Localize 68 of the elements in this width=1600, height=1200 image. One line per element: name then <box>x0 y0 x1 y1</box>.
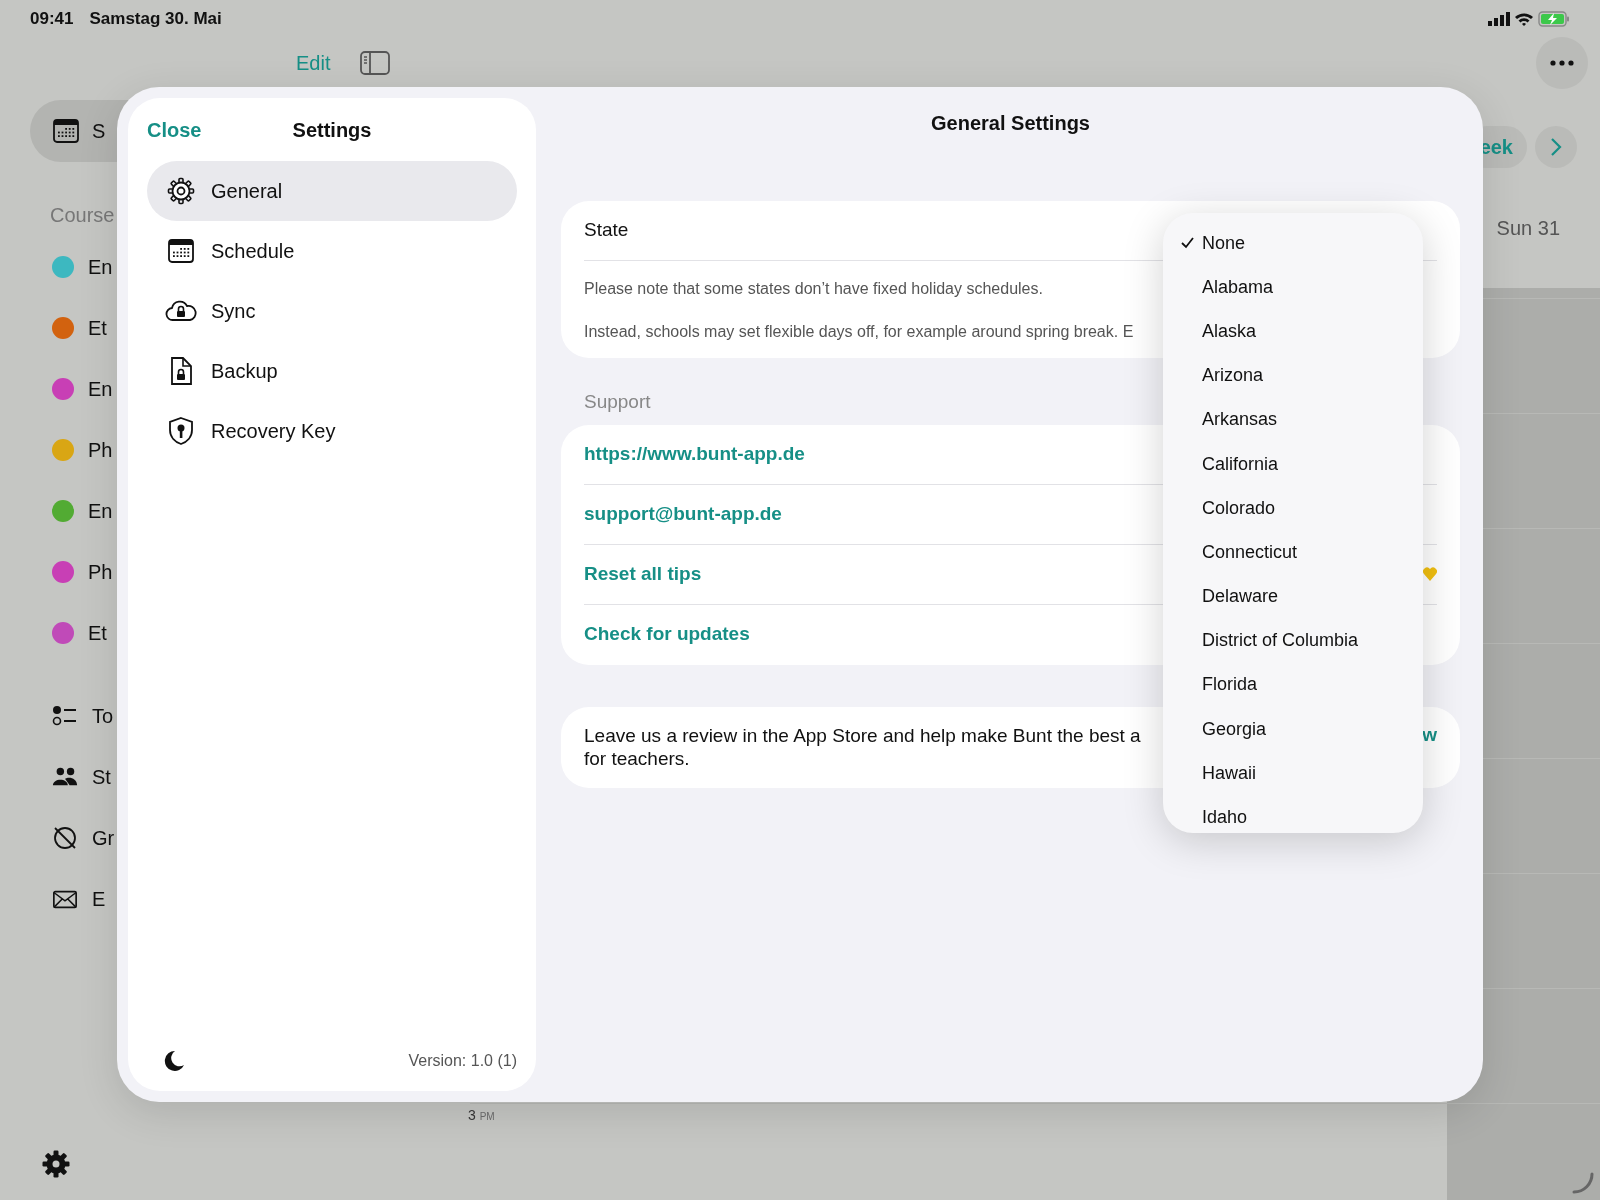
chevron-right-icon <box>1550 137 1562 157</box>
gear-icon <box>167 177 195 205</box>
settings-icon[interactable] <box>42 1150 70 1178</box>
sidebar-item[interactable]: Gr <box>92 822 115 853</box>
close-button[interactable]: Close <box>147 114 202 145</box>
more-icon <box>1550 60 1574 66</box>
menu-item[interactable]: Georgia <box>1163 707 1423 752</box>
course-name[interactable]: Et <box>88 312 107 343</box>
course-name[interactable]: Ph <box>88 434 113 465</box>
hour-label: 3 PM <box>468 1107 495 1123</box>
crossed-circle-icon <box>52 824 78 851</box>
menu-item[interactable]: Delaware <box>1163 574 1423 619</box>
section-header: Course <box>50 203 116 228</box>
menu-item[interactable]: Connecticut <box>1163 530 1423 575</box>
signal-icon <box>1488 12 1510 26</box>
course-name[interactable]: Et <box>88 617 107 648</box>
calendar-icon <box>52 117 80 145</box>
menu-item[interactable]: Arkansas <box>1163 397 1423 442</box>
settings-menu-item[interactable]: Backup <box>147 341 517 401</box>
sidebar-toggle-icon[interactable] <box>360 51 391 75</box>
checklist-icon <box>52 703 78 728</box>
menu-item[interactable]: Hawaii <box>1163 751 1423 796</box>
clock-time: 09:41 <box>30 8 74 31</box>
review-link[interactable]: w <box>1422 720 1437 749</box>
more-button[interactable] <box>1536 37 1588 89</box>
sheet-title: Settings <box>292 117 372 143</box>
support-link[interactable]: Check for updates <box>584 620 750 649</box>
settings-menu-item[interactable]: General <box>147 161 517 221</box>
calendar-icon <box>167 237 195 265</box>
resize-handle-icon[interactable] <box>1572 1171 1594 1194</box>
menu-item[interactable]: Alabama <box>1163 265 1423 310</box>
support-link[interactable]: Reset all tips <box>584 559 702 589</box>
day-header: Sun 31 <box>1496 216 1560 241</box>
sidebar-item[interactable]: St <box>92 761 111 792</box>
support-link[interactable]: support@bunt-app.de <box>584 499 782 529</box>
settings-menu-item[interactable]: Sync <box>147 281 517 341</box>
note-text: Instead, schools may set flexible days off, for example around spring break. E <box>584 322 1134 342</box>
menu-item[interactable]: Colorado <box>1163 486 1423 531</box>
support-link[interactable]: https://www.bunt-app.de <box>584 439 805 469</box>
menu-item[interactable]: Arizona <box>1163 353 1423 398</box>
course-name[interactable]: En <box>88 251 113 282</box>
menu-item[interactable]: District of Columbia <box>1163 618 1423 663</box>
people-icon <box>52 765 78 788</box>
state-label[interactable]: State <box>584 216 629 245</box>
sidebar-item[interactable]: To <box>92 700 114 731</box>
heart-icon <box>1423 566 1437 582</box>
wifi-icon <box>1514 11 1534 27</box>
section-header: Support <box>584 390 652 414</box>
note-text: Please note that some states don’t have fixed holiday schedules. <box>584 279 1043 299</box>
page-title: General Settings <box>931 111 1090 136</box>
status-date: Samstag 30. Mai <box>89 8 222 31</box>
checkmark-icon <box>1181 237 1194 250</box>
menu-item[interactable]: Florida <box>1163 662 1423 708</box>
course-name[interactable]: En <box>88 495 113 526</box>
settings-menu-item[interactable]: Schedule <box>147 221 517 281</box>
menu-item[interactable]: Alaska <box>1163 309 1423 354</box>
menu-item[interactable]: California <box>1163 441 1423 487</box>
course-name[interactable]: En <box>88 373 113 404</box>
sidebar-item[interactable]: E <box>92 883 106 914</box>
shield-key-icon <box>167 416 195 446</box>
review-text: Leave us a review in the App Store and help make Bunt the best a for teachers. <box>584 724 1141 770</box>
menu-item[interactable]: None <box>1163 221 1423 266</box>
settings-menu-item[interactable]: Recovery Key <box>147 401 517 461</box>
version-text: Version: 1.0 (1) <box>408 1051 517 1071</box>
course-name[interactable]: Ph <box>88 556 113 587</box>
menu-item[interactable]: Idaho <box>1163 795 1423 833</box>
moon-icon[interactable] <box>163 1050 185 1072</box>
battery-icon <box>1538 11 1570 27</box>
